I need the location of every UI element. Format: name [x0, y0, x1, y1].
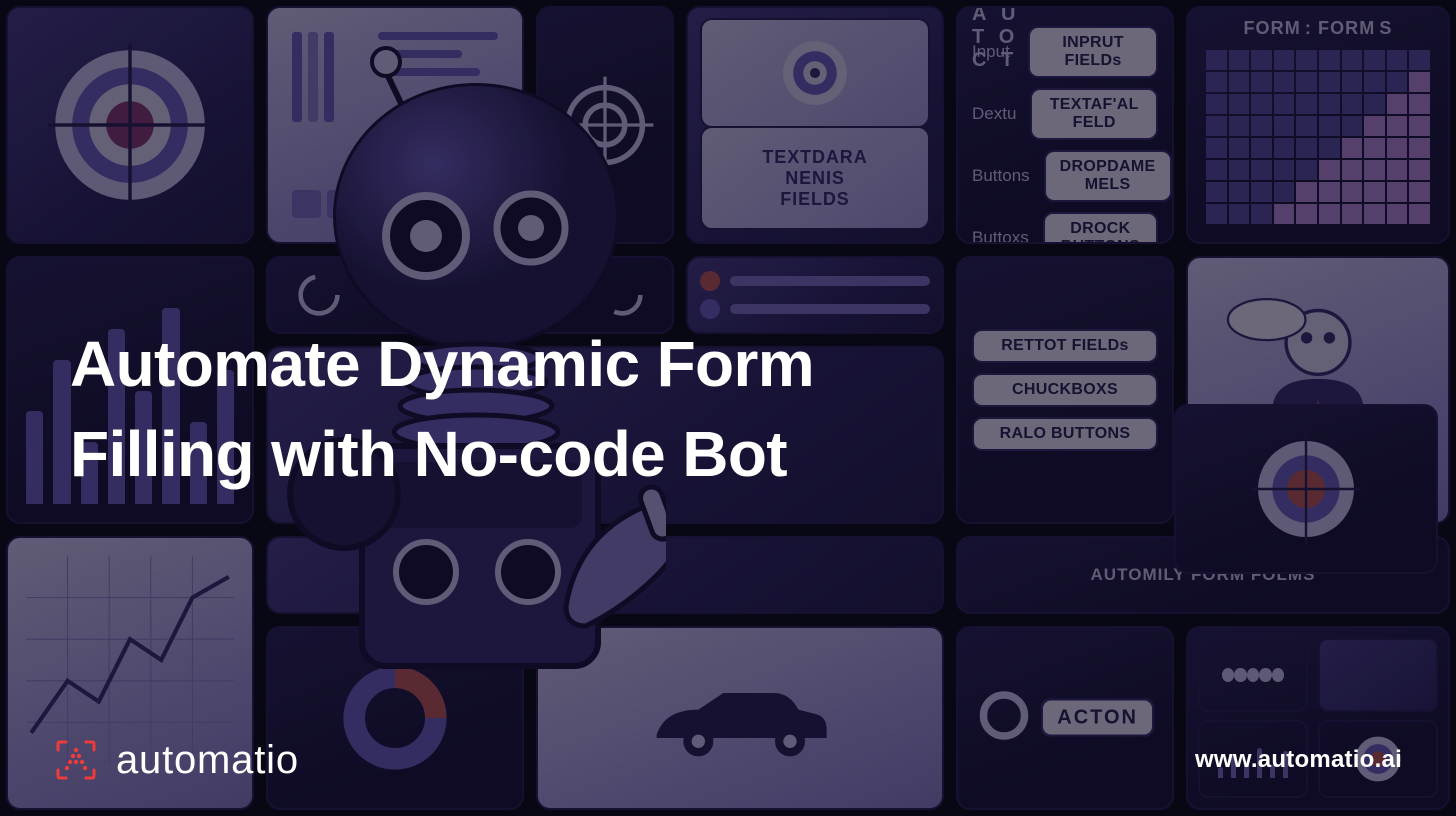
brand: automatio: [54, 738, 299, 783]
brand-name: automatio: [116, 738, 299, 783]
headline: Automate Dynamic Form Filling with No-co…: [70, 320, 936, 499]
site-url: www.automatio.ai: [1195, 746, 1402, 774]
footer: automatio www.automatio.ai: [54, 734, 1402, 786]
brand-logo-icon: [54, 738, 98, 782]
hero-card: TEXTDARA NENIS FIELDS A U T O C T Input …: [0, 0, 1456, 816]
